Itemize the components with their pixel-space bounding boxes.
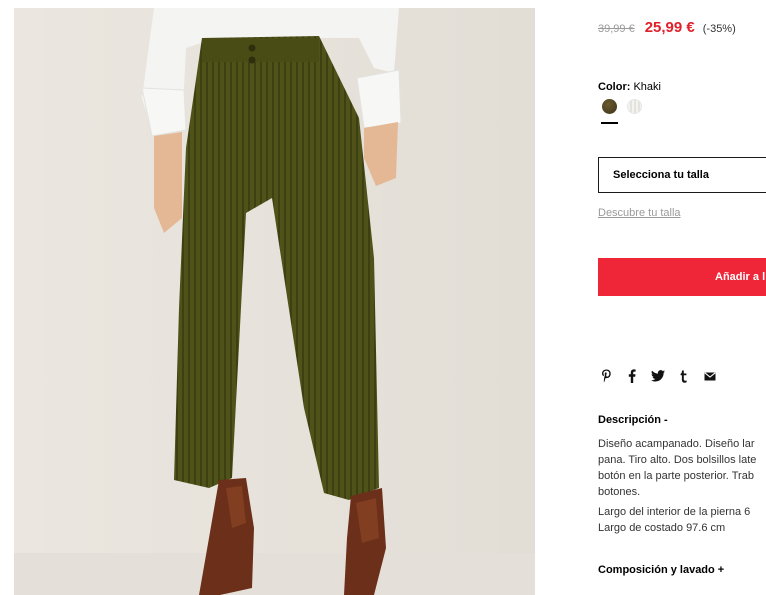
description-line: botones. xyxy=(598,486,641,498)
measurements-paragraph: Largo del interior de la pierna 6 Largo … xyxy=(598,504,766,536)
color-label: Color: xyxy=(598,81,631,93)
original-price: 39,99 € xyxy=(598,23,635,35)
size-guide-link[interactable]: Descubre tu talla xyxy=(598,207,681,219)
measurement-line: Largo del interior de la pierna 6 xyxy=(598,506,751,518)
color-label-row: Color: Khaki xyxy=(598,81,661,93)
description-paragraph: Diseño acampanado. Diseño lar pana. Tiro… xyxy=(598,436,766,500)
product-image[interactable] xyxy=(14,8,535,595)
email-icon[interactable] xyxy=(702,368,718,384)
selected-swatch-indicator xyxy=(601,122,618,124)
product-photo-illustration xyxy=(14,8,535,595)
pinterest-icon[interactable] xyxy=(598,368,614,384)
facebook-icon[interactable] xyxy=(624,368,640,384)
swatch-white[interactable] xyxy=(627,99,642,114)
size-select[interactable]: Selecciona tu talla xyxy=(598,157,766,193)
share-bar xyxy=(598,368,728,384)
measurement-line: Largo de costado 97.6 cm xyxy=(598,522,726,534)
color-value: Khaki xyxy=(633,81,661,93)
swatch-khaki[interactable] xyxy=(602,99,617,114)
description-line: Diseño acampanado. Diseño lar xyxy=(598,438,755,450)
discount-badge: (-35%) xyxy=(702,23,736,35)
description-title[interactable]: Descripción - xyxy=(598,414,668,426)
description-body: Diseño acampanado. Diseño lar pana. Tiro… xyxy=(598,436,766,540)
tumblr-icon[interactable] xyxy=(676,368,692,384)
twitter-icon[interactable] xyxy=(650,368,666,384)
composition-toggle[interactable]: Composición y lavado + xyxy=(598,564,724,576)
add-to-cart-button[interactable]: Añadir a l xyxy=(598,258,766,296)
description-line: pana. Tiro alto. Dos bolsillos late xyxy=(598,454,757,466)
color-swatches xyxy=(602,99,642,114)
description-line: botón en la parte posterior. Trab xyxy=(598,470,754,482)
sale-price: 25,99 € xyxy=(644,19,695,36)
price-block: 39,99 € 25,99 € (-35%) xyxy=(598,19,736,36)
